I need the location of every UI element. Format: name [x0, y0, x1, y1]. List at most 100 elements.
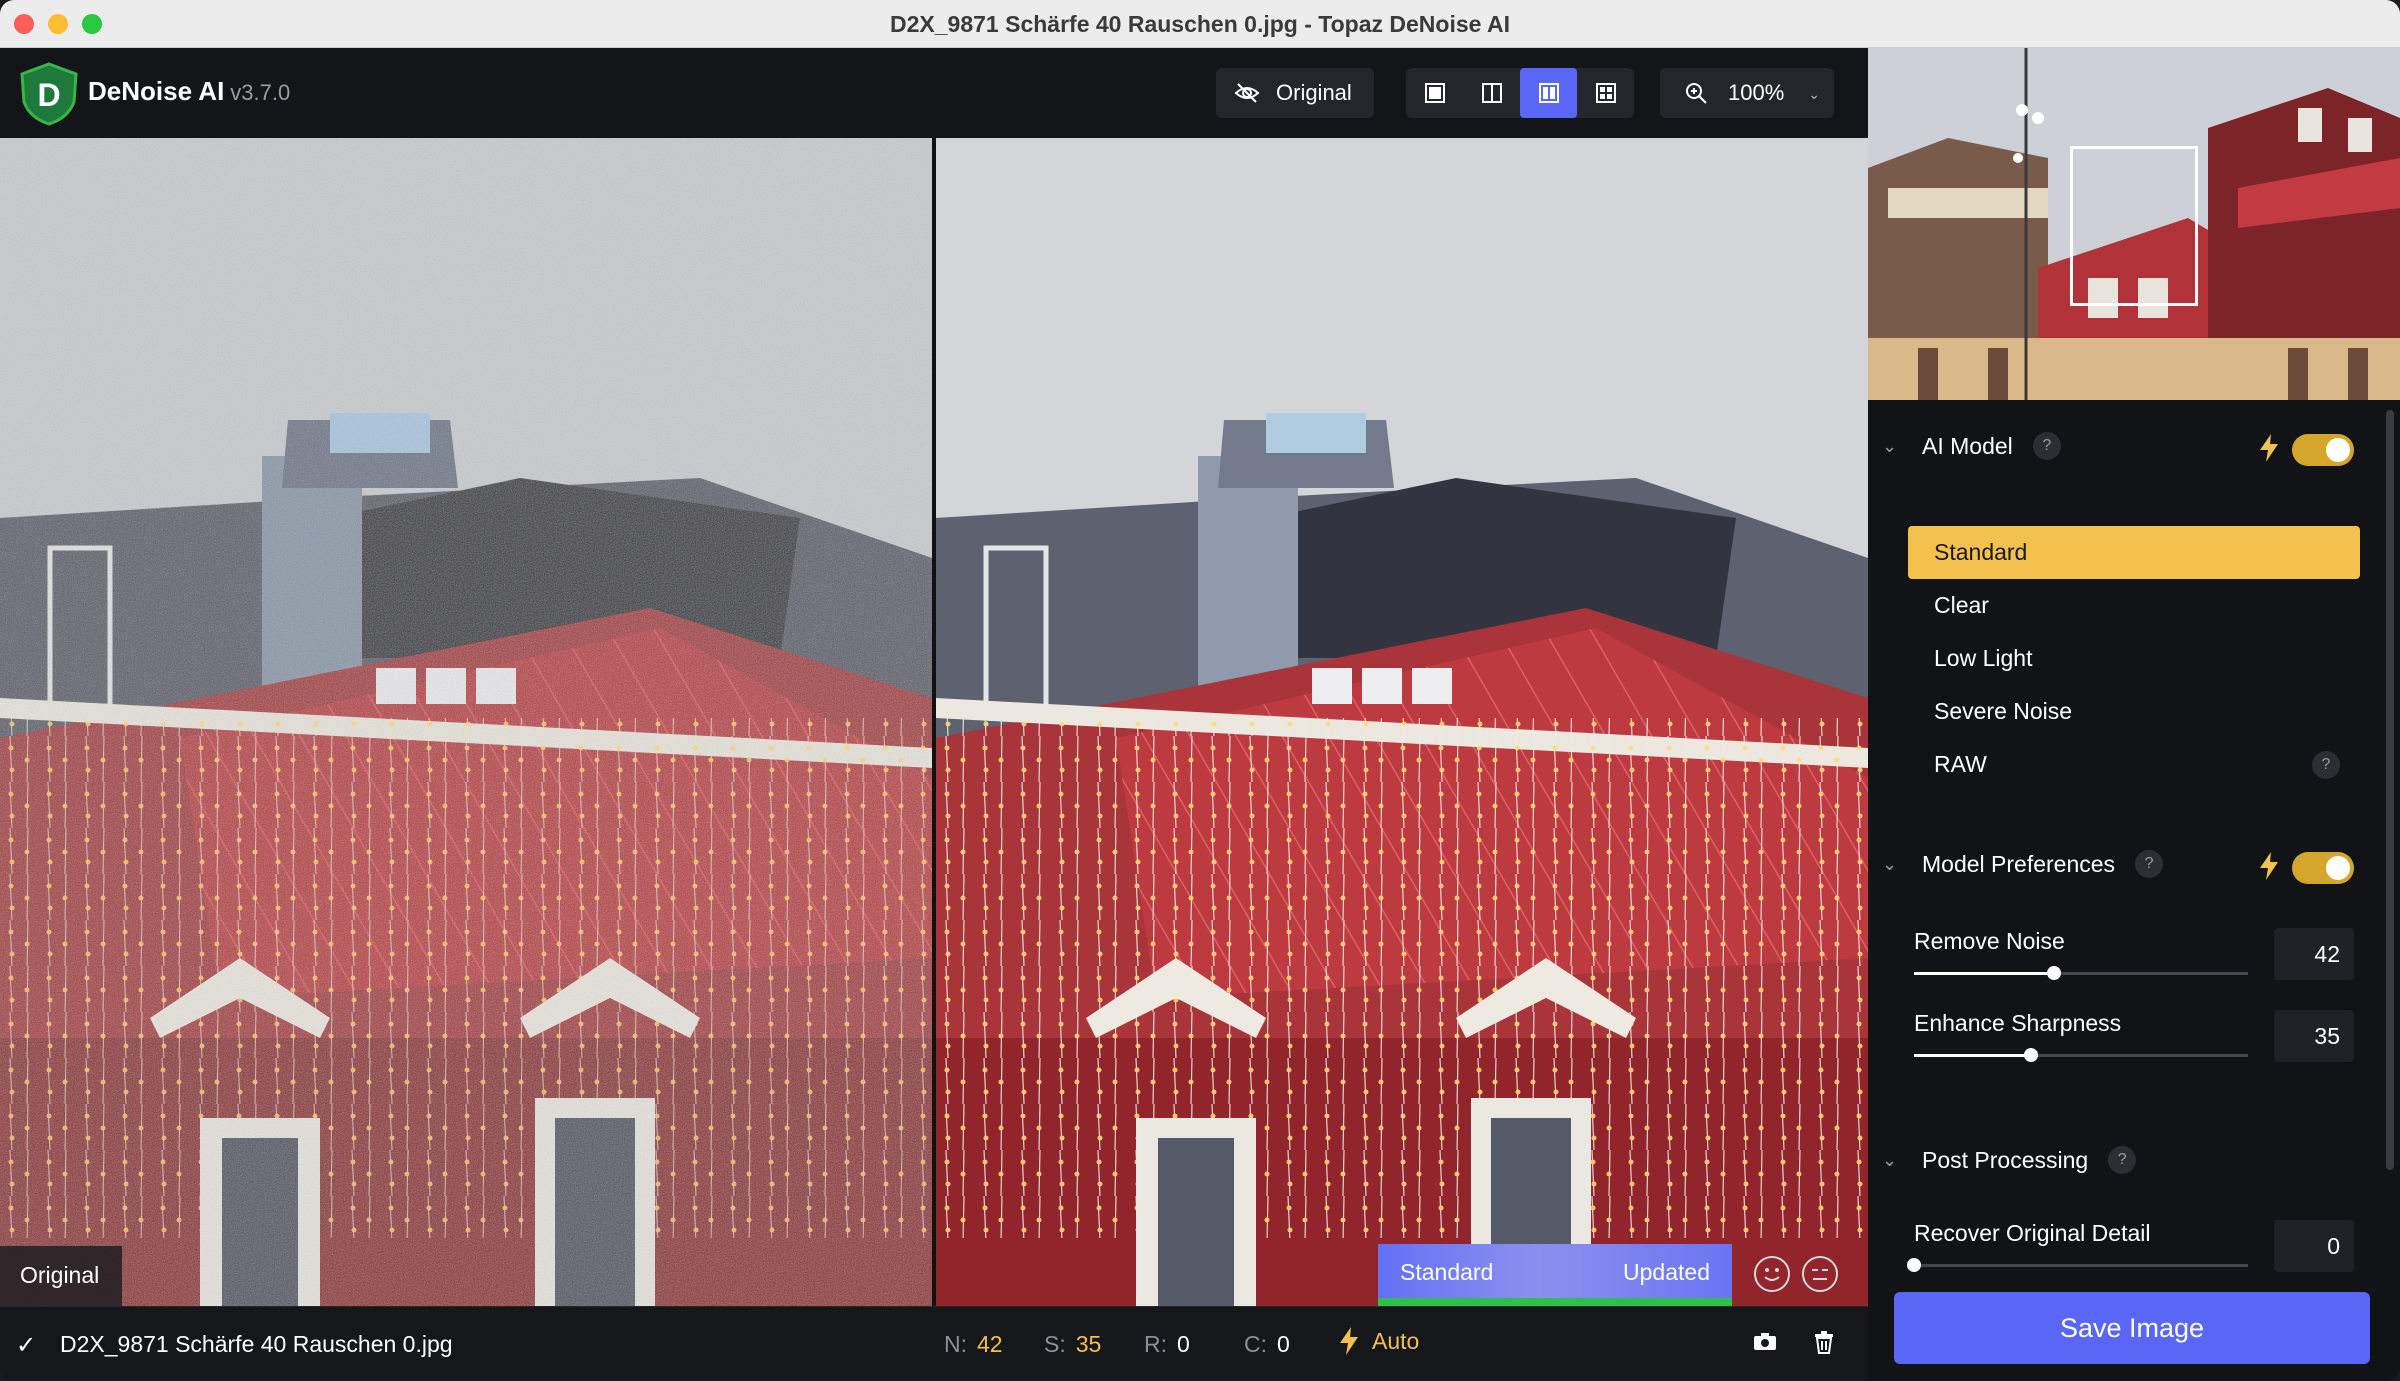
post-processing-section-header[interactable]: ⌄ Post Processing ?: [1882, 1146, 2137, 1174]
enhance-sharpness-slider-handle[interactable]: [2023, 1048, 2038, 1062]
window-title: D2X_9871 Schärfe 40 Rauschen 0.jpg - Top…: [890, 11, 1510, 37]
status-noise: N: 42: [944, 1331, 1003, 1358]
model-preferences-auto-toggle[interactable]: [2292, 852, 2354, 884]
lightning-icon: [1340, 1327, 1358, 1355]
sharpness-label: S:: [1044, 1331, 1066, 1357]
auto-mode-indicator[interactable]: Auto: [1340, 1327, 1419, 1355]
remove-noise-label: Remove Noise: [1914, 928, 2065, 954]
lightning-icon: [2260, 434, 2278, 462]
noise-value: 42: [977, 1331, 1003, 1357]
chevron-down-icon: ⌄: [1808, 86, 1820, 102]
zoom-level: 100%: [1728, 80, 1785, 105]
app-title: DeNoise AI v3.7.0: [88, 76, 290, 107]
remove-noise-slider[interactable]: [1914, 966, 2248, 980]
model-option-raw[interactable]: RAW ?: [1908, 738, 2360, 791]
color-label: C:: [1244, 1331, 1267, 1357]
ai-model-section-header[interactable]: ⌄ AI Model ?: [1882, 432, 2061, 460]
recover-value: 0: [1177, 1331, 1190, 1357]
processed-image-pane[interactable]: [936, 138, 1868, 1306]
app-header: D DeNoise AI v3.7.0 Original 100% ⌄: [0, 48, 1868, 138]
help-icon[interactable]: ?: [2108, 1146, 2137, 1174]
navigator-thumbnail[interactable]: [1868, 48, 2400, 400]
compare-model-label: Standard: [1400, 1258, 1494, 1285]
compare-status-label: Updated: [1623, 1258, 1710, 1285]
remove-noise-slider-handle[interactable]: [2047, 966, 2062, 980]
original-photo: [0, 138, 932, 1306]
single-view-button[interactable]: [1406, 68, 1463, 118]
model-compare-bar[interactable]: Standard Updated: [1378, 1244, 1732, 1300]
app-name: DeNoise AI: [88, 76, 225, 106]
chevron-down-icon: ⌄: [1882, 853, 1898, 874]
recover-label: R:: [1144, 1331, 1167, 1357]
grid-view-icon: [1595, 83, 1616, 103]
model-option-low-light[interactable]: Low Light: [1908, 632, 2360, 685]
zoom-dropdown[interactable]: 100% ⌄: [1660, 68, 1834, 118]
model-option-clear[interactable]: Clear: [1908, 579, 2360, 632]
zoom-in-icon: [1686, 83, 1707, 104]
recover-detail-value[interactable]: 0: [2274, 1220, 2354, 1272]
status-color: C: 0: [1244, 1331, 1290, 1358]
enhance-sharpness-value[interactable]: 35: [2274, 1010, 2354, 1062]
color-value: 0: [1277, 1331, 1290, 1357]
model-option-standard[interactable]: Standard: [1908, 526, 2360, 579]
processed-photo: [936, 138, 1868, 1306]
help-icon[interactable]: ?: [2312, 751, 2340, 779]
checkmark-icon: ✓: [16, 1332, 37, 1359]
grid-view-button[interactable]: [1577, 68, 1634, 118]
ai-model-list: Standard Clear Low Light Severe Noise RA…: [1908, 526, 2360, 791]
model-preferences-section-header[interactable]: ⌄ Model Preferences ?: [1882, 850, 2164, 878]
show-original-label: Original: [1276, 80, 1352, 105]
settings-panel: ⌄ AI Model ? Standard Clear Low Light Se…: [1868, 48, 2400, 1381]
title-bar: D2X_9871 Schärfe 40 Rauschen 0.jpg - Top…: [0, 0, 2400, 48]
navigator-viewport-rect[interactable]: [2070, 146, 2198, 306]
recover-detail-slider-handle[interactable]: [1907, 1258, 1921, 1272]
help-icon[interactable]: ?: [2135, 850, 2164, 878]
chevron-down-icon: ⌄: [1882, 435, 1898, 456]
enhance-sharpness-slider-fill: [1914, 1054, 2031, 1057]
sharpness-value: 35: [1075, 1331, 1102, 1357]
status-sharpness: S: 35: [1044, 1331, 1101, 1358]
neutral-glyph: [1812, 1269, 1828, 1280]
help-icon[interactable]: ?: [2032, 432, 2061, 460]
lightning-icon: [2260, 852, 2278, 880]
camera-icon[interactable]: [1752, 1329, 1778, 1355]
smiley-face-icon[interactable]: [1754, 1256, 1790, 1292]
recover-detail-slider[interactable]: [1907, 1258, 2248, 1272]
single-view-icon: [1424, 83, 1445, 103]
side-by-side-view-icon: [1538, 83, 1559, 103]
remove-noise-slider-fill: [1914, 972, 2055, 975]
smile-glyph: [1764, 1268, 1780, 1281]
model-preferences-title: Model Preferences: [1922, 850, 2116, 877]
neutral-face-icon[interactable]: [1802, 1256, 1838, 1292]
model-option-raw-label: RAW: [1934, 751, 1987, 777]
ai-model-title: AI Model: [1922, 432, 2013, 459]
status-recover: R: 0: [1144, 1331, 1190, 1358]
svg-text:D: D: [37, 77, 60, 113]
original-pane-label: Original: [0, 1246, 122, 1306]
enhance-sharpness-slider[interactable]: [1914, 1048, 2248, 1062]
processing-progress-bar: [1378, 1298, 1732, 1306]
auto-mode-label: Auto: [1372, 1327, 1420, 1354]
denoise-logo-icon: D: [20, 62, 78, 126]
noise-label: N:: [944, 1331, 967, 1357]
panel-scrollbar[interactable]: [2386, 410, 2394, 1170]
split-view-button[interactable]: [1463, 68, 1520, 118]
enhance-sharpness-label: Enhance Sharpness: [1914, 1010, 2122, 1036]
model-option-severe-noise[interactable]: Severe Noise: [1908, 685, 2360, 738]
split-view-icon: [1481, 83, 1502, 103]
post-processing-title: Post Processing: [1922, 1146, 2089, 1173]
app-window: D2X_9871 Schärfe 40 Rauschen 0.jpg - Top…: [0, 0, 2400, 1381]
side-by-side-view-button[interactable]: [1520, 68, 1577, 118]
save-image-button[interactable]: Save Image: [1894, 1292, 2370, 1364]
original-image-pane[interactable]: [0, 138, 932, 1306]
eye-slash-icon: [1234, 83, 1260, 103]
remove-noise-value[interactable]: 42: [2274, 928, 2354, 980]
app-version: v3.7.0: [230, 80, 291, 105]
chevron-down-icon: ⌄: [1882, 1149, 1898, 1170]
trash-icon[interactable]: [1812, 1329, 1836, 1355]
ai-model-auto-toggle[interactable]: [2292, 434, 2354, 466]
view-mode-group: [1406, 68, 1634, 118]
status-filename: D2X_9871 Schärfe 40 Rauschen 0.jpg: [60, 1331, 453, 1357]
show-original-button[interactable]: Original: [1216, 68, 1374, 118]
status-bar: ✓ D2X_9871 Schärfe 40 Rauschen 0.jpg N: 4…: [0, 1306, 1868, 1381]
